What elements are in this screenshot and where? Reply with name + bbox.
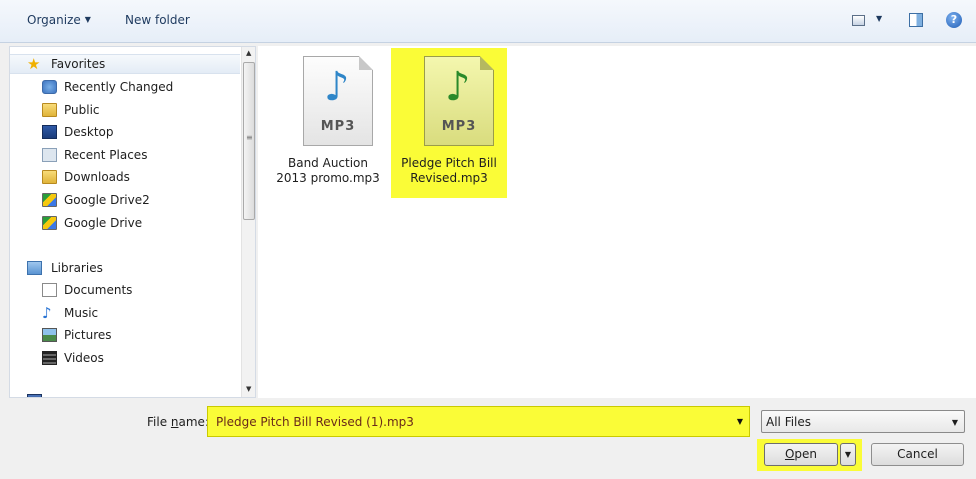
google-drive-icon	[42, 193, 57, 207]
scroll-grip-icon: ≡	[246, 133, 253, 142]
downloads-icon	[42, 170, 57, 184]
open-options-button[interactable]: ▼	[840, 443, 856, 466]
nav-item-label: Documents	[64, 283, 133, 297]
music-icon: ♪	[42, 304, 52, 322]
libraries-label: Libraries	[51, 261, 103, 275]
file-type-select[interactable]: All Files ▼	[761, 410, 965, 433]
preview-pane-icon[interactable]	[909, 13, 923, 27]
computer-icon	[27, 394, 42, 397]
chevron-down-icon: ▼	[844, 450, 852, 459]
nav-item-label: Pictures	[64, 328, 112, 342]
file-list-pane: ♪ MP3 Band Auction 2013 promo.mp3 ♪ MP3 …	[258, 46, 976, 398]
nav-item-label: Google Drive2	[64, 193, 150, 207]
nav-item-label: Recent Places	[64, 148, 148, 162]
nav-item-label: Music	[64, 306, 99, 320]
libraries-icon	[27, 261, 42, 275]
open-button[interactable]: Open	[764, 443, 838, 466]
file-item-selected[interactable]: ♪ MP3 Pledge Pitch Bill Revised.mp3	[391, 48, 507, 198]
file-open-dialog: Organize ▼ New folder ▼ ? ★ Favorites Rec…	[0, 0, 976, 479]
nav-item-label: Downloads	[64, 170, 130, 184]
pictures-icon	[42, 328, 57, 342]
file-name: Pledge Pitch Bill Revised.mp3	[401, 156, 497, 185]
command-bar: Organize ▼ New folder ▼ ?	[0, 0, 976, 43]
nav-item-label: Desktop	[64, 125, 114, 139]
scroll-down-icon[interactable]: ▼	[246, 385, 251, 393]
favorites-header[interactable]	[10, 54, 240, 74]
documents-icon	[42, 283, 57, 297]
music-note-icon: ♪	[324, 64, 350, 110]
file-name-label: File name:	[147, 415, 209, 429]
file-item[interactable]: ♪ MP3 Band Auction 2013 promo.mp3	[270, 48, 386, 198]
favorites-label: Favorites	[51, 57, 106, 71]
views-icon	[852, 15, 865, 26]
nav-item-label: Recently Changed	[64, 80, 174, 94]
chevron-down-icon: ▼	[951, 418, 958, 427]
recent-places-icon	[42, 148, 57, 162]
star-icon: ★	[27, 55, 41, 73]
mp3-file-icon: ♪ MP3	[424, 56, 494, 146]
chevron-down-icon: ▼	[876, 14, 883, 23]
file-type-label: MP3	[441, 119, 477, 134]
nav-item-label: Videos	[64, 351, 104, 365]
file-name-input[interactable]: Pledge Pitch Bill Revised (1).mp3 ▼	[207, 406, 750, 437]
organize-menu-button[interactable]: Organize ▼	[27, 13, 91, 27]
nav-scrollbar[interactable]: ▲ ≡ ▼	[241, 47, 255, 397]
folder-icon	[42, 103, 57, 117]
music-note-icon: ♪	[445, 64, 471, 110]
new-folder-button[interactable]: New folder	[125, 13, 190, 27]
navigation-pane: ★ Favorites Recently Changed Public Desk…	[9, 46, 256, 398]
cancel-button[interactable]: Cancel	[871, 443, 964, 466]
scroll-up-icon[interactable]: ▲	[246, 49, 251, 57]
nav-item-label: Google Drive	[64, 216, 143, 230]
chevron-down-icon: ▼	[84, 15, 91, 24]
google-drive-icon	[42, 216, 57, 230]
file-type-value: All Files	[766, 415, 812, 429]
desktop-icon	[42, 125, 57, 139]
file-name: Band Auction 2013 promo.mp3	[276, 156, 380, 185]
videos-icon	[42, 351, 57, 365]
file-name-value: Pledge Pitch Bill Revised (1).mp3	[216, 415, 414, 429]
file-type-label: MP3	[320, 119, 356, 134]
chevron-down-icon[interactable]: ▼	[737, 417, 743, 426]
recently-changed-icon	[42, 80, 57, 94]
nav-item-label: Public	[64, 103, 100, 117]
mp3-file-icon: ♪ MP3	[303, 56, 373, 146]
help-icon[interactable]: ?	[946, 12, 962, 28]
organize-label: Organize	[27, 13, 81, 27]
change-view-button[interactable]: ▼	[852, 14, 886, 30]
